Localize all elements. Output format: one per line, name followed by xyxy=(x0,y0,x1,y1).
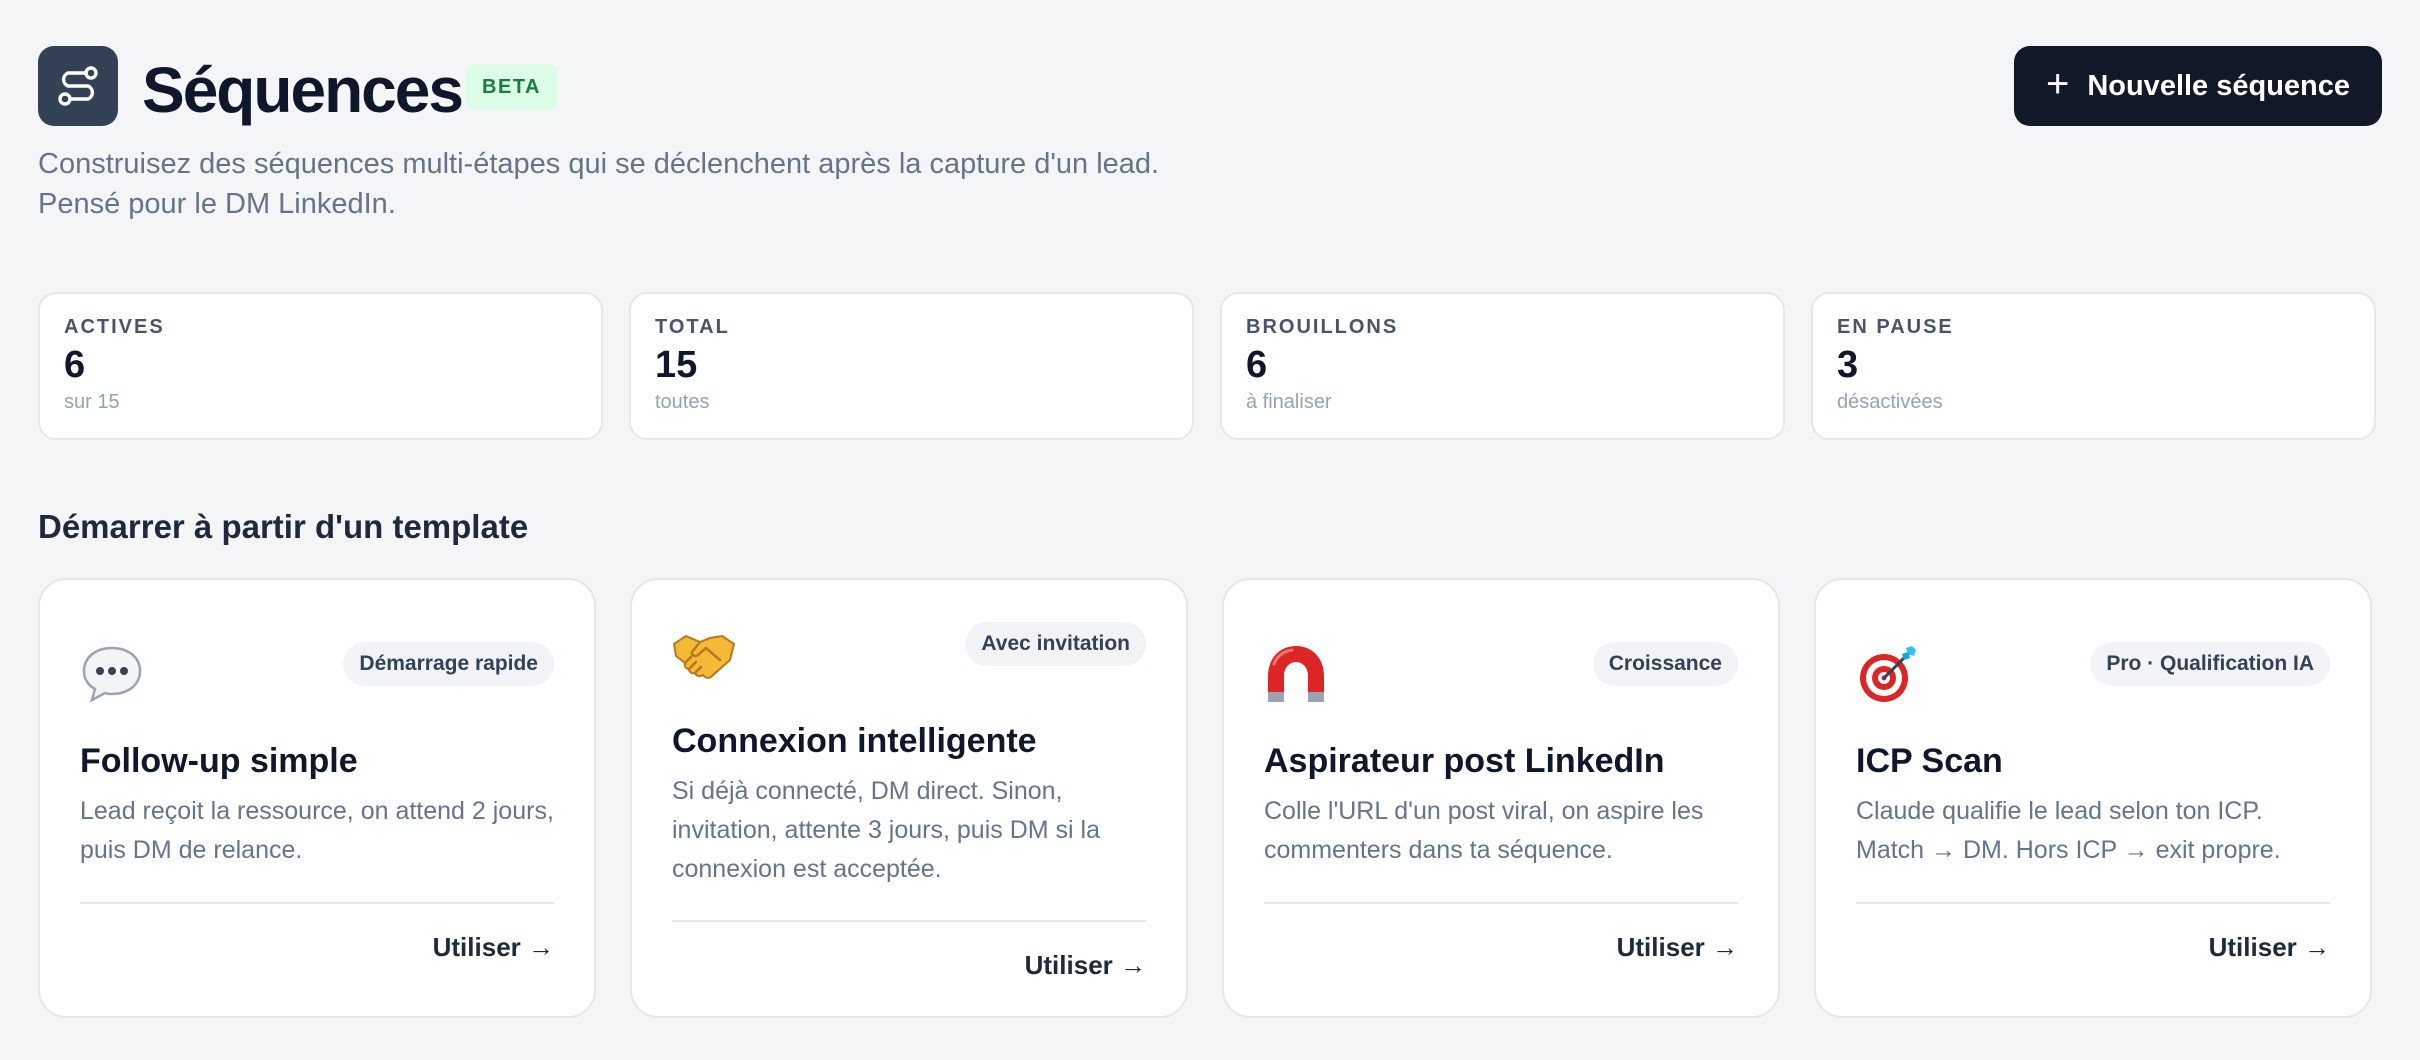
use-template-button[interactable]: Utiliser → xyxy=(433,932,554,963)
template-badge: Pro · Qualification IA xyxy=(2090,642,2330,686)
template-badge: Croissance xyxy=(1592,642,1738,686)
template-card-icp-scan[interactable]: Pro · Qualification IA ICP Scan Claude q… xyxy=(1814,578,2372,1018)
template-title: Connexion intelligente xyxy=(672,722,1037,760)
use-template-button[interactable]: Utiliser → xyxy=(1617,932,1738,963)
stat-value: 6 xyxy=(1246,344,1268,386)
stat-value: 15 xyxy=(655,344,698,386)
stat-label: BROUILLONS xyxy=(1246,316,1399,338)
stat-label: ACTIVES xyxy=(64,316,165,338)
stat-label: EN PAUSE xyxy=(1837,316,1954,338)
handshake-icon xyxy=(672,622,736,686)
template-card-follow-up[interactable]: Démarrage rapide Follow-up simple Lead r… xyxy=(38,578,596,1018)
template-badge: Démarrage rapide xyxy=(343,642,554,686)
sequences-page: Séquences BETA + Nouvelle séquence Const… xyxy=(0,0,2420,1060)
divider xyxy=(80,902,554,904)
template-title: ICP Scan xyxy=(1856,742,2003,780)
divider xyxy=(1264,902,1738,904)
template-badge: Avec invitation xyxy=(965,622,1146,666)
stat-card-actives: ACTIVES 6 sur 15 xyxy=(38,292,603,440)
new-sequence-button[interactable]: + Nouvelle séquence xyxy=(2014,46,2382,126)
stat-sub: désactivées xyxy=(1837,391,1943,413)
stat-value: 6 xyxy=(64,344,86,386)
route-icon xyxy=(38,46,118,126)
plus-icon: + xyxy=(2045,62,2070,106)
stat-sub: sur 15 xyxy=(64,391,120,413)
template-description: Lead reçoit la ressource, on attend 2 jo… xyxy=(80,797,554,864)
new-sequence-label: Nouvelle séquence xyxy=(2087,69,2351,102)
stats-row: ACTIVES 6 sur 15 TOTAL 15 toutes BROUILL… xyxy=(38,292,2382,440)
beta-badge: BETA xyxy=(466,64,557,110)
speech-bubble-icon xyxy=(80,642,144,706)
stat-card-total: TOTAL 15 toutes xyxy=(629,292,1194,440)
subtitle-line-1: Construisez des séquences multi-étapes q… xyxy=(38,148,1160,180)
stat-sub: toutes xyxy=(655,391,710,413)
stat-card-en-pause: EN PAUSE 3 désactivées xyxy=(1811,292,2376,440)
divider xyxy=(1856,902,2330,904)
template-title: Follow-up simple xyxy=(80,742,358,780)
stat-card-brouillons: BROUILLONS 6 à finaliser xyxy=(1220,292,1785,440)
target-icon xyxy=(1856,642,1920,706)
template-card-aspirateur[interactable]: Croissance Aspirateur post LinkedIn Coll… xyxy=(1222,578,1780,1018)
stat-value: 3 xyxy=(1837,344,1859,386)
stat-sub: à finaliser xyxy=(1246,391,1332,413)
templates-grid: Démarrage rapide Follow-up simple Lead r… xyxy=(38,578,2382,1018)
template-card-connexion[interactable]: Avec invitation Connexion intelligente S… xyxy=(630,578,1188,1018)
page-header: Séquences BETA + Nouvelle séquence xyxy=(38,46,2382,126)
page-subtitle: Construisez des séquences multi-étapes q… xyxy=(38,144,2382,224)
template-description: Si déjà connecté, DM direct. Sinon, invi… xyxy=(672,777,1100,883)
use-template-button[interactable]: Utiliser → xyxy=(2209,932,2330,963)
stat-label: TOTAL xyxy=(655,316,730,338)
templates-section-title: Démarrer à partir d'un template xyxy=(38,508,529,545)
template-description: Colle l'URL d'un post viral, on aspire l… xyxy=(1264,797,1704,864)
subtitle-line-2: Pensé pour le DM LinkedIn. xyxy=(38,188,396,220)
template-description: Claude qualifie le lead selon ton ICP. M… xyxy=(1856,797,2281,864)
magnet-icon xyxy=(1264,642,1328,706)
page-title: Séquences xyxy=(142,54,464,126)
use-template-button[interactable]: Utiliser → xyxy=(1025,950,1146,981)
template-title: Aspirateur post LinkedIn xyxy=(1264,742,1665,780)
divider xyxy=(672,920,1146,922)
